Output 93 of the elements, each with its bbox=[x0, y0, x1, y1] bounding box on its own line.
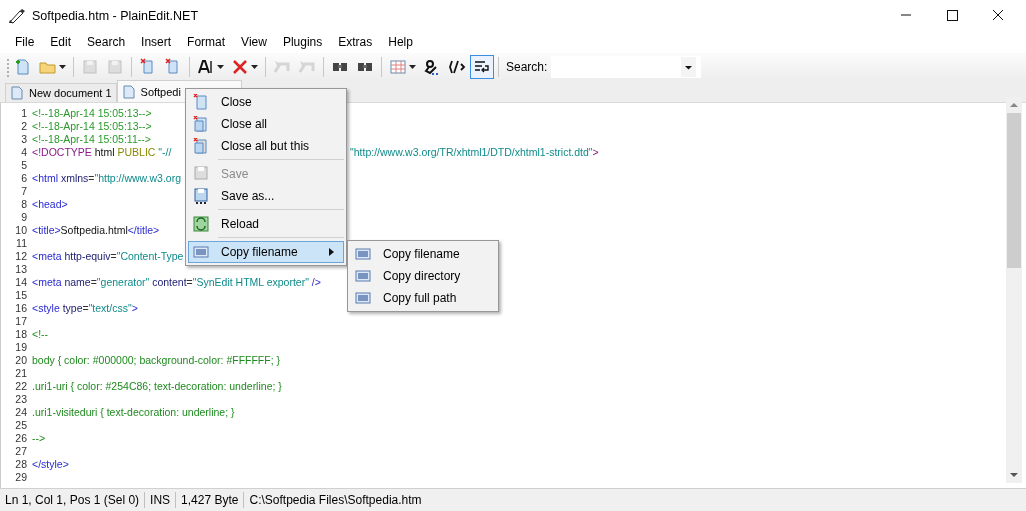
line-number: 5 bbox=[20, 159, 28, 172]
line-number: 6 bbox=[20, 172, 28, 185]
delete-icon bbox=[231, 58, 249, 76]
toolbar-grip-icon bbox=[6, 57, 10, 77]
font-icon bbox=[197, 58, 215, 76]
line-number: 4 bbox=[20, 146, 28, 159]
menu-item[interactable]: Format bbox=[179, 35, 234, 49]
line-number: 23 bbox=[14, 393, 28, 406]
search-label: Search: bbox=[506, 60, 548, 74]
menu-item[interactable]: Close all but this bbox=[188, 135, 344, 157]
line-number: 24 bbox=[14, 406, 28, 419]
line-number: 17 bbox=[14, 315, 28, 328]
line-number: 7 bbox=[20, 185, 28, 198]
line-number: 15 bbox=[14, 289, 28, 302]
line-number: 9 bbox=[20, 211, 28, 224]
reload-icon bbox=[193, 216, 209, 232]
line-number: 25 bbox=[14, 419, 28, 432]
line-number: 13 bbox=[14, 263, 28, 276]
line-number: 18 bbox=[14, 328, 28, 341]
menu-item[interactable]: File bbox=[7, 35, 43, 49]
code-line: <head> bbox=[32, 198, 68, 210]
line-number: 1 bbox=[20, 107, 28, 120]
code-line: body { color: #000000; background-color: #FFFFFF; } bbox=[32, 354, 281, 366]
menu-item[interactable]: Search bbox=[79, 35, 134, 49]
document-icon bbox=[11, 86, 23, 100]
code-line: <style type="text/css"> bbox=[32, 302, 138, 314]
status-text: Ln 1, Col 1, Pos 1 (Sel 0) bbox=[0, 492, 146, 508]
menu-item[interactable]: Save as... bbox=[188, 185, 344, 207]
submenu-arrow-icon bbox=[329, 248, 335, 256]
close-others-icon bbox=[193, 138, 209, 154]
menu-item[interactable]: Close all bbox=[188, 113, 344, 135]
window-title: Softpedia.htm - PlainEdit.NET bbox=[32, 8, 199, 23]
line-number: 2 bbox=[20, 120, 28, 133]
menu-item[interactable]: Insert bbox=[133, 35, 180, 49]
code-line: <!-- bbox=[32, 328, 49, 340]
menu-item[interactable]: Reload bbox=[188, 213, 344, 235]
line-number: 10 bbox=[14, 224, 28, 237]
line-number: 11 bbox=[15, 237, 28, 250]
line-number: 20 bbox=[14, 354, 28, 367]
code-line: <!DOCTYPE html PUBLIC "-// bbox=[32, 146, 172, 158]
save-as-icon bbox=[193, 188, 209, 204]
status-text: C:\Softpedia Files\Softpedia.htm bbox=[248, 492, 423, 508]
line-number: 14 bbox=[14, 276, 28, 289]
menu-item[interactable]: Copy filename bbox=[350, 243, 496, 265]
table-icon bbox=[389, 58, 407, 76]
menu-item[interactable]: Copy directory bbox=[350, 265, 496, 287]
code-line: --> bbox=[32, 432, 46, 444]
caret-icon bbox=[409, 65, 416, 69]
line-number: 22 bbox=[14, 380, 28, 393]
line-number: 8 bbox=[20, 198, 28, 211]
code-line: .uri1-uri { color: #254C86; text-decoration: underline; } bbox=[32, 380, 282, 392]
line-number: 29 bbox=[14, 471, 28, 484]
status-text: INS bbox=[145, 492, 177, 508]
caret-icon bbox=[59, 65, 66, 69]
menu-item[interactable]: Plugins bbox=[274, 35, 331, 49]
toolbar-button[interactable] bbox=[470, 55, 494, 79]
line-number: 19 bbox=[14, 341, 28, 354]
document-tab[interactable]: New document 1 bbox=[5, 83, 117, 102]
status-text: 1,427 Byte bbox=[176, 492, 245, 508]
code-line: <html xmlns="http://www.w3.org bbox=[32, 172, 182, 184]
line-number: 12 bbox=[14, 250, 28, 263]
line-number: 21 bbox=[14, 367, 28, 380]
menu-item[interactable]: Extras bbox=[330, 35, 381, 49]
app-icon bbox=[8, 7, 26, 24]
submenu-item[interactable]: Copy filename bbox=[188, 241, 344, 263]
line-number: 27 bbox=[14, 445, 28, 458]
code-line: <!--18-Apr-14 15:05:13--> bbox=[32, 120, 152, 132]
code-line: <meta name="generator" content="SynEdit HTML exporter" /> bbox=[32, 276, 321, 288]
menu-item[interactable]: Edit bbox=[42, 35, 80, 49]
line-number: 3 bbox=[20, 133, 28, 146]
code-line: </style> bbox=[32, 458, 69, 470]
code-line: .uri1-visiteduri { text-decoration: underline; } bbox=[32, 406, 235, 418]
line-number: 16 bbox=[14, 302, 28, 315]
line-number: 26 bbox=[14, 432, 28, 445]
caret-icon[interactable] bbox=[681, 57, 697, 77]
code-line: <!--18-Apr-14 15:05:13--> bbox=[32, 107, 152, 119]
code-line: <!--18-Apr-14 15:05:11--> bbox=[32, 133, 151, 145]
menu-item[interactable]: Help bbox=[380, 35, 421, 49]
save-icon bbox=[81, 58, 99, 76]
caret-icon bbox=[217, 65, 224, 69]
new-file-icon bbox=[14, 58, 32, 76]
document-icon bbox=[122, 84, 135, 99]
close-file-icon bbox=[193, 94, 209, 110]
tag-icon bbox=[448, 58, 466, 76]
menu-item[interactable]: Copy full path bbox=[350, 287, 496, 309]
line-number: 28 bbox=[14, 458, 28, 471]
code-line: <title>Softpedia.html</title> bbox=[32, 224, 160, 236]
menu-item[interactable]: View bbox=[233, 35, 275, 49]
caret-icon bbox=[251, 65, 258, 69]
code-line: "http://www.w3.org/TR/xhtml1/DTD/xhtml1-strict.dtd"> bbox=[350, 146, 599, 159]
search-field[interactable] bbox=[551, 56, 702, 78]
save-icon bbox=[193, 166, 209, 182]
code-line: <meta http-equiv="Content-Type bbox=[32, 250, 184, 262]
